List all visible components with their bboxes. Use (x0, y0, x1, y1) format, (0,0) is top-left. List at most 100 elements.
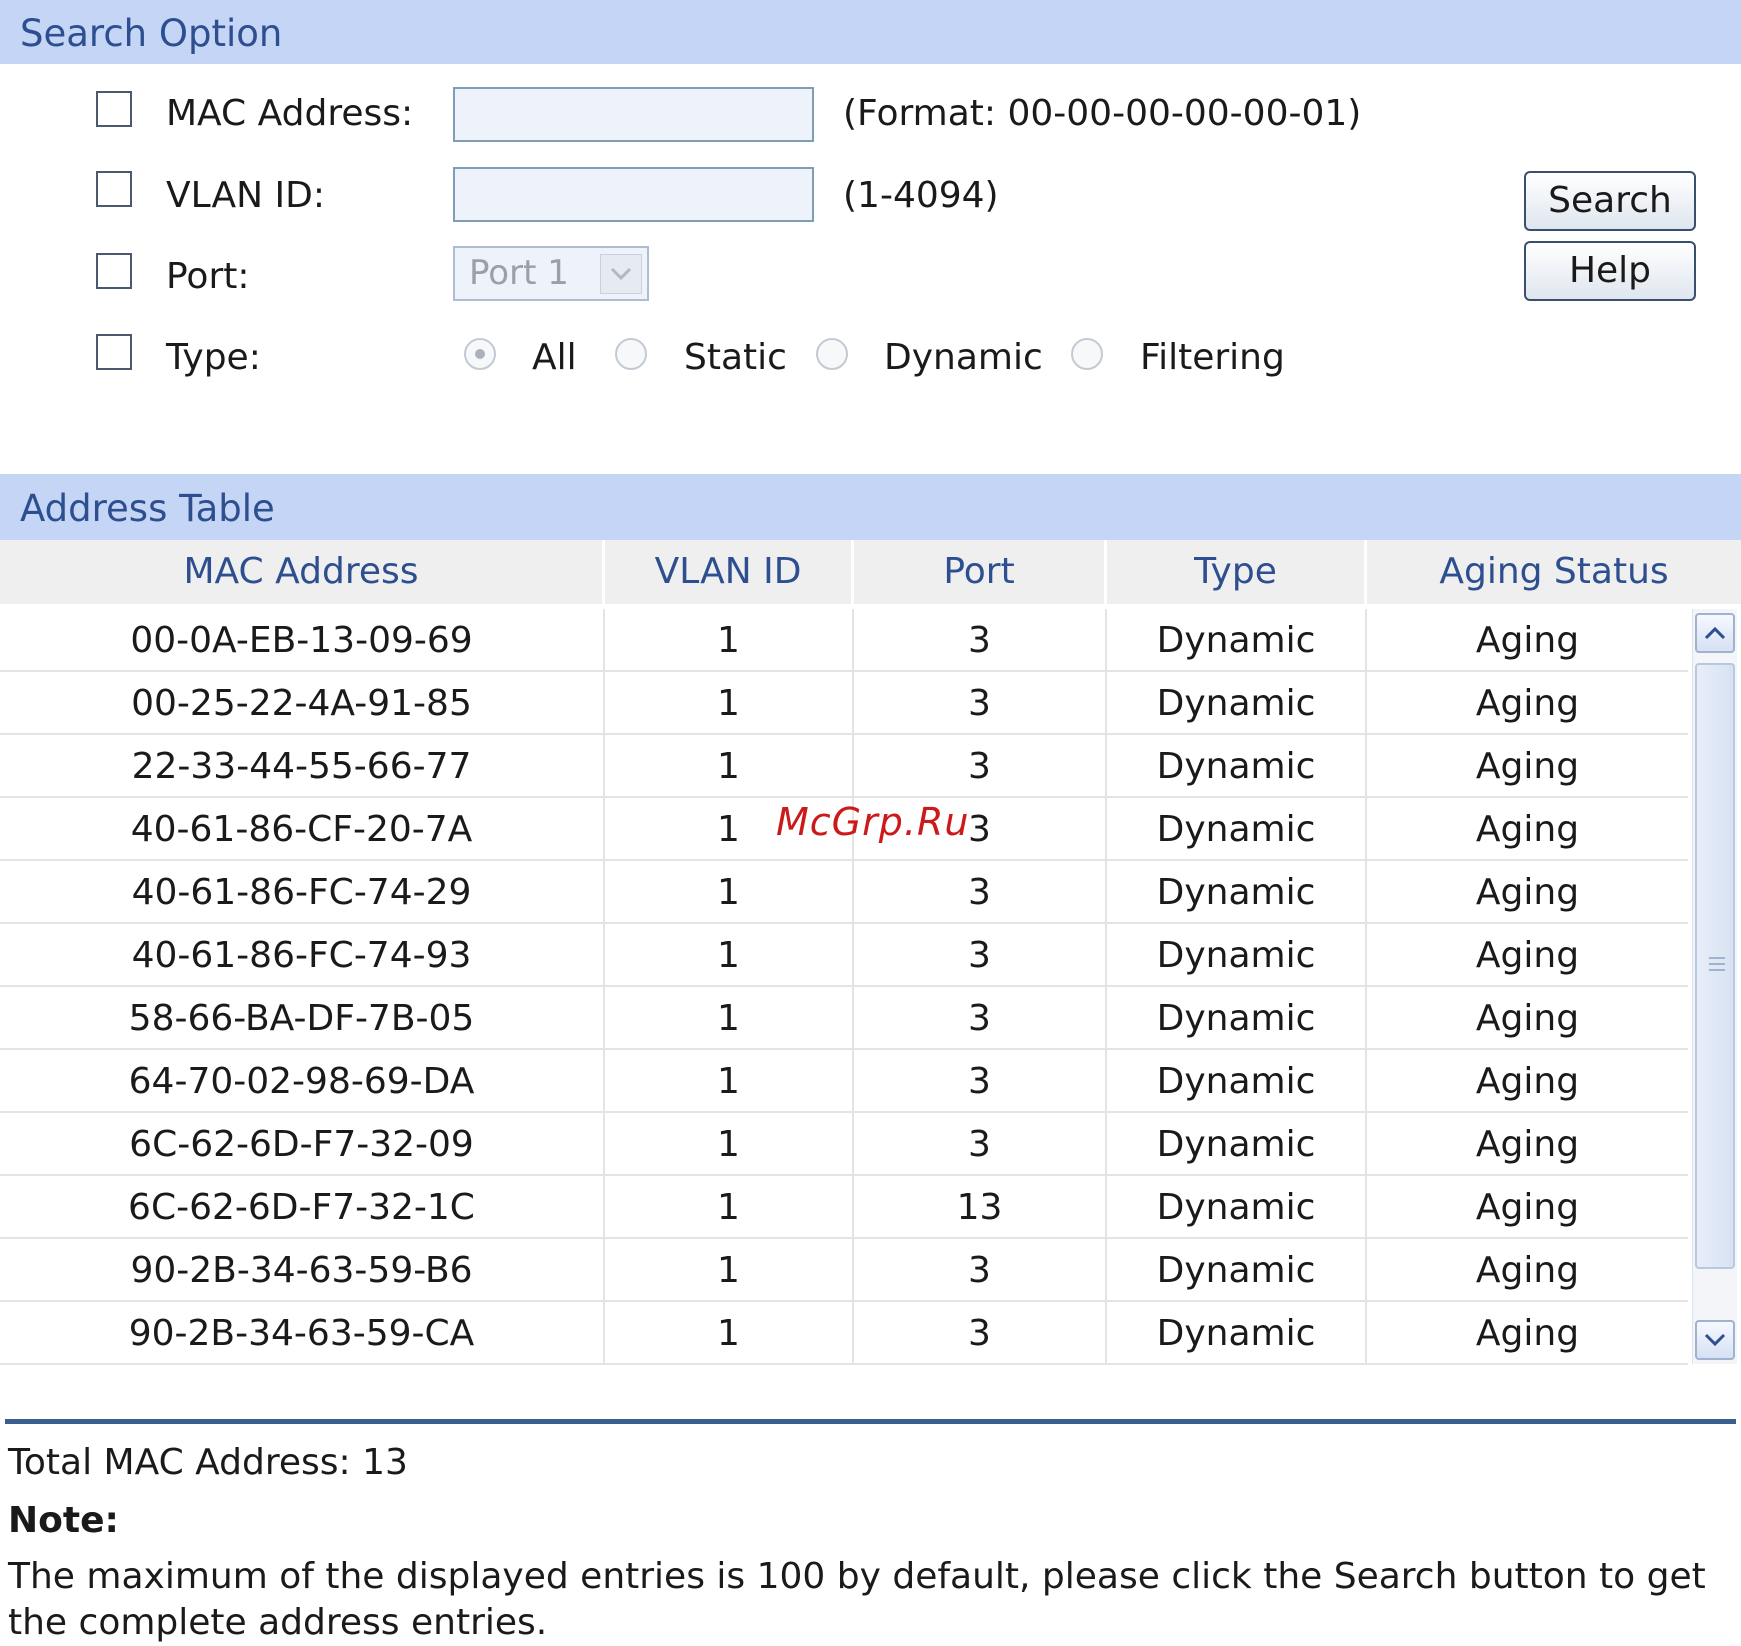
column-header-aging-status[interactable]: Aging Status (1367, 540, 1741, 604)
help-button[interactable]: Help (1524, 241, 1696, 301)
vlan-id-input[interactable] (453, 167, 814, 222)
cell-type: Dynamic (1107, 987, 1367, 1050)
cell-aging-status: Aging (1475, 683, 1580, 724)
address-table-body: 00-0A-EB-13-09-69 1 3 Dynamic Aging 00-25-22-… (0, 609, 1688, 1365)
mac-format-hint: (Format: 00-00-00-00-00-01) (843, 93, 1362, 134)
cell-port: 3 (854, 924, 1107, 987)
cell-vlan-id: 1 (605, 1302, 854, 1365)
table-scrollbar[interactable] (1692, 609, 1737, 1364)
mac-address-input[interactable] (453, 87, 814, 142)
address-table-header: Address Table (0, 474, 1741, 540)
cell-mac-address: 64-70-02-98-69-DA (0, 1050, 605, 1113)
port-label: Port: (166, 256, 250, 297)
cell-port: 3 (854, 609, 1107, 672)
scroll-down-button[interactable] (1695, 1320, 1735, 1360)
cell-mac-address: 90-2B-34-63-59-B6 (0, 1239, 605, 1302)
table-row: 22-33-44-55-66-77 1 3 Dynamic Aging (0, 735, 1688, 798)
cell-type: Dynamic (1107, 1239, 1367, 1302)
column-header-vlan-id[interactable]: VLAN ID (605, 540, 854, 604)
cell-aging-status: Aging (1475, 935, 1580, 976)
cell-vlan-id: 1 (605, 1050, 854, 1113)
cell-port: 3 (854, 861, 1107, 924)
cell-mac-address: 58-66-BA-DF-7B-05 (0, 987, 605, 1050)
cell-port: 3 (854, 1239, 1107, 1302)
column-header-mac-address[interactable]: MAC Address (0, 540, 605, 604)
cell-aging-status: Aging (1475, 1313, 1580, 1354)
cell-type: Dynamic (1107, 861, 1367, 924)
table-row: 6C-62-6D-F7-32-09 1 3 Dynamic Aging (0, 1113, 1688, 1176)
search-option-header: Search Option (0, 0, 1741, 64)
table-row: 58-66-BA-DF-7B-05 1 3 Dynamic Aging (0, 987, 1688, 1050)
cell-aging-status: Aging (1475, 809, 1580, 850)
cell-port: 3 (854, 987, 1107, 1050)
cell-aging-status: Aging (1475, 1250, 1580, 1291)
type-radio-static[interactable] (615, 338, 647, 370)
cell-type: Dynamic (1107, 1302, 1367, 1365)
cell-vlan-id: 1 (605, 861, 854, 924)
note-text: The maximum of the displayed entries is … (8, 1556, 1706, 1643)
cell-vlan-id: 1 (605, 1239, 854, 1302)
cell-mac-address: 90-2B-34-63-59-CA (0, 1302, 605, 1365)
table-header-row: MAC Address VLAN ID Port Type Aging Stat… (0, 540, 1741, 604)
cell-vlan-id: 1 (605, 924, 854, 987)
cell-type: Dynamic (1107, 924, 1367, 987)
cell-vlan-id: 1 (605, 1113, 854, 1176)
type-radio-all-label: All (532, 337, 577, 378)
type-radio-all[interactable] (464, 338, 496, 370)
cell-vlan-id: 1 (605, 609, 854, 672)
port-checkbox[interactable] (96, 253, 132, 289)
type-radio-dynamic-label: Dynamic (884, 337, 1043, 378)
cell-aging-status: Aging (1475, 1061, 1580, 1102)
type-radio-filtering-label: Filtering (1140, 337, 1285, 378)
note-title: Note: (8, 1500, 119, 1541)
type-radio-filtering[interactable] (1071, 338, 1103, 370)
cell-port: 3 (854, 735, 1107, 798)
chevron-down-icon (1704, 1333, 1726, 1347)
vlan-id-checkbox[interactable] (96, 171, 132, 207)
cell-type: Dynamic (1107, 798, 1367, 861)
cell-type: Dynamic (1107, 1050, 1367, 1113)
cell-port: 3 (854, 1113, 1107, 1176)
type-radio-static-label: Static (684, 337, 787, 378)
column-header-port[interactable]: Port (854, 540, 1107, 604)
cell-mac-address: 22-33-44-55-66-77 (0, 735, 605, 798)
type-radio-dynamic[interactable] (816, 338, 848, 370)
cell-type: Dynamic (1107, 1113, 1367, 1176)
type-checkbox[interactable] (96, 334, 132, 370)
cell-vlan-id: 1 (605, 1176, 854, 1239)
mac-address-checkbox[interactable] (96, 91, 132, 127)
column-header-type[interactable]: Type (1107, 540, 1367, 604)
scroll-up-button[interactable] (1695, 613, 1735, 653)
search-button[interactable]: Search (1524, 171, 1696, 231)
watermark: McGrp.Ru (776, 800, 970, 844)
type-label: Type: (166, 337, 261, 378)
cell-mac-address: 40-61-86-CF-20-7A (0, 798, 605, 861)
table-row: 90-2B-34-63-59-CA 1 3 Dynamic Aging (0, 1302, 1688, 1365)
cell-port: 3 (854, 1302, 1107, 1365)
chevron-up-icon (1704, 626, 1726, 640)
cell-port: 3 (854, 672, 1107, 735)
chevron-down-icon[interactable] (600, 254, 642, 294)
vlan-range-hint: (1-4094) (843, 175, 999, 216)
cell-mac-address: 00-0A-EB-13-09-69 (0, 609, 605, 672)
cell-aging-status: Aging (1475, 998, 1580, 1039)
table-row: 64-70-02-98-69-DA 1 3 Dynamic Aging (0, 1050, 1688, 1113)
radio-selected-dot (475, 349, 485, 359)
vlan-id-label: VLAN ID: (166, 175, 325, 216)
cell-mac-address: 6C-62-6D-F7-32-09 (0, 1113, 605, 1176)
table-row: 90-2B-34-63-59-B6 1 3 Dynamic Aging (0, 1239, 1688, 1302)
cell-port: 13 (854, 1176, 1107, 1239)
cell-vlan-id: 1 (605, 672, 854, 735)
cell-mac-address: 6C-62-6D-F7-32-1C (0, 1176, 605, 1239)
table-row: 40-61-86-FC-74-29 1 3 Dynamic Aging (0, 861, 1688, 924)
total-mac-count: Total MAC Address: 13 (8, 1442, 408, 1483)
table-row: 00-25-22-4A-91-85 1 3 Dynamic Aging (0, 672, 1688, 735)
cell-type: Dynamic (1107, 735, 1367, 798)
table-row: 00-0A-EB-13-09-69 1 3 Dynamic Aging (0, 609, 1688, 672)
cell-aging-status: Aging (1475, 620, 1580, 661)
cell-vlan-id: 1 (605, 987, 854, 1050)
scroll-thumb[interactable] (1695, 663, 1735, 1269)
port-select-value: Port 1 (469, 253, 569, 293)
port-select[interactable]: Port 1 (453, 246, 649, 301)
cell-aging-status: Aging (1475, 746, 1580, 787)
